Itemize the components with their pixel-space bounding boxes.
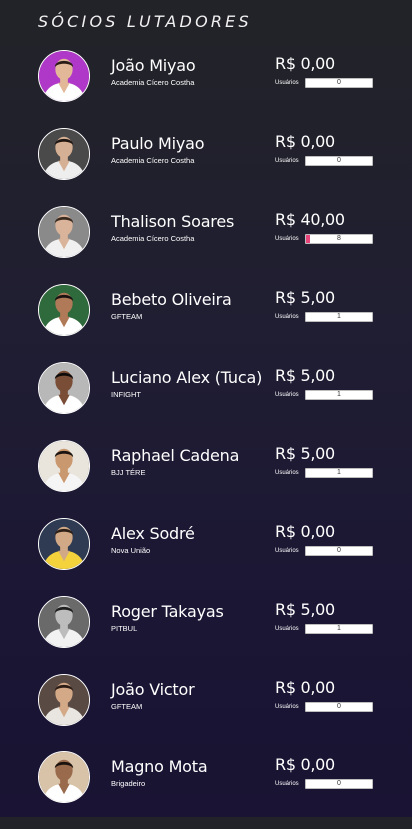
fighter-avatar: [38, 284, 90, 336]
fighter-row[interactable]: Alex Sodré Nova União R$ 0,00 Usuários 0: [0, 518, 412, 596]
fighter-photo: [39, 129, 89, 179]
fighter-row[interactable]: Thalison Soares Academia Cícero Costha R…: [0, 206, 412, 284]
fighter-name: Bebeto Oliveira: [111, 290, 232, 309]
fighter-avatar: [38, 128, 90, 180]
fighter-row[interactable]: Paulo Miyao Academia Cícero Costha R$ 0,…: [0, 128, 412, 206]
fighter-avatar: [38, 596, 90, 648]
users-progress-bar: 0: [305, 156, 373, 166]
fighter-name: Paulo Miyao: [111, 134, 205, 153]
fighter-avatar: [38, 362, 90, 414]
fighter-avatar: [38, 674, 90, 726]
fighter-price: R$ 0,00: [275, 54, 335, 73]
fighter-price: R$ 0,00: [275, 755, 335, 774]
users-count: 1: [337, 625, 341, 632]
fighter-team: INFIGHT: [111, 390, 141, 399]
users-label: Usuários: [275, 704, 299, 710]
users-count: 1: [337, 469, 341, 476]
users-count: 1: [337, 391, 341, 398]
fighter-price: R$ 40,00: [275, 210, 345, 229]
fighter-avatar: [38, 206, 90, 258]
users-progress-bar: 1: [305, 390, 373, 400]
users-count: 8: [337, 235, 341, 242]
fighter-row[interactable]: João Miyao Academia Cícero Costha R$ 0,0…: [0, 50, 412, 128]
users-progress-bar: 0: [305, 78, 373, 88]
fighter-row[interactable]: Bebeto Oliveira GFTEAM R$ 5,00 Usuários …: [0, 284, 412, 362]
fighter-photo: [39, 597, 89, 647]
fighter-row[interactable]: Roger Takayas PITBUL R$ 5,00 Usuários 1: [0, 596, 412, 674]
fighter-price: R$ 0,00: [275, 522, 335, 541]
users-count: 1: [337, 313, 341, 320]
fighter-team: Academia Cícero Costha: [111, 78, 195, 87]
users-progress-bar: 1: [305, 624, 373, 634]
users-count: 0: [337, 157, 341, 164]
users-label: Usuários: [275, 392, 299, 398]
fighter-row[interactable]: Raphael Cadena BJJ TÉRE R$ 5,00 Usuários…: [0, 440, 412, 518]
fighter-price: R$ 0,00: [275, 132, 335, 151]
fighter-photo: [39, 207, 89, 257]
fighter-name: Alex Sodré: [111, 524, 195, 543]
fighter-photo: [39, 363, 89, 413]
fighter-team: GFTEAM: [111, 702, 143, 711]
users-label: Usuários: [275, 80, 299, 86]
fighter-name: Roger Takayas: [111, 602, 224, 621]
fighter-name: João Miyao: [111, 56, 196, 75]
users-label: Usuários: [275, 314, 299, 320]
fighter-team: Nova União: [111, 546, 151, 555]
users-progress-bar: 0: [305, 546, 373, 556]
fighter-name: Magno Mota: [111, 757, 208, 776]
fighter-photo: [39, 51, 89, 101]
fighter-name: Raphael Cadena: [111, 446, 240, 465]
users-progress-bar: 0: [305, 702, 373, 712]
users-label: Usuários: [275, 158, 299, 164]
fighter-team: Brigadeiro: [111, 779, 146, 788]
fighter-team: Academia Cícero Costha: [111, 234, 195, 243]
users-count: 0: [337, 79, 341, 86]
fighter-row[interactable]: Luciano Alex (Tuca) INFIGHT R$ 5,00 Usuá…: [0, 362, 412, 440]
fighter-name: Thalison Soares: [111, 212, 235, 231]
users-count: 0: [337, 547, 341, 554]
fighter-photo: [39, 675, 89, 725]
fighter-price: R$ 5,00: [275, 288, 335, 307]
fighter-avatar: [38, 751, 90, 803]
users-progress-bar: 8: [305, 234, 373, 244]
fighter-avatar: [38, 440, 90, 492]
users-count: 0: [337, 780, 341, 787]
fighter-row[interactable]: João Victor GFTEAM R$ 0,00 Usuários 0: [0, 674, 412, 752]
users-label: Usuários: [275, 236, 299, 242]
fighter-photo: [39, 441, 89, 491]
users-progress-bar: 1: [305, 468, 373, 478]
users-progress-bar: 1: [305, 312, 373, 322]
fighter-photo: [39, 752, 89, 802]
users-label: Usuários: [275, 548, 299, 554]
users-label: Usuários: [275, 626, 299, 632]
fighter-name: João Victor: [111, 680, 195, 699]
fighter-avatar: [38, 50, 90, 102]
fighter-name: Luciano Alex (Tuca): [111, 368, 263, 387]
fighter-photo: [39, 519, 89, 569]
fighter-team: PITBUL: [111, 624, 138, 633]
fighter-price: R$ 5,00: [275, 600, 335, 619]
users-label: Usuários: [275, 781, 299, 787]
fighter-team: BJJ TÉRE: [111, 468, 146, 477]
users-count: 0: [337, 703, 341, 710]
fighters-list: João Miyao Academia Cícero Costha R$ 0,0…: [0, 0, 412, 817]
fighter-price: R$ 5,00: [275, 444, 335, 463]
users-label: Usuários: [275, 470, 299, 476]
fighter-price: R$ 0,00: [275, 678, 335, 697]
users-progress-bar: 0: [305, 779, 373, 789]
fighter-price: R$ 5,00: [275, 366, 335, 385]
fighter-photo: [39, 285, 89, 335]
fighter-team: GFTEAM: [111, 312, 143, 321]
fighter-team: Academia Cícero Costha: [111, 156, 195, 165]
fighter-avatar: [38, 518, 90, 570]
fighter-row[interactable]: Magno Mota Brigadeiro R$ 0,00 Usuários 0: [0, 751, 412, 829]
